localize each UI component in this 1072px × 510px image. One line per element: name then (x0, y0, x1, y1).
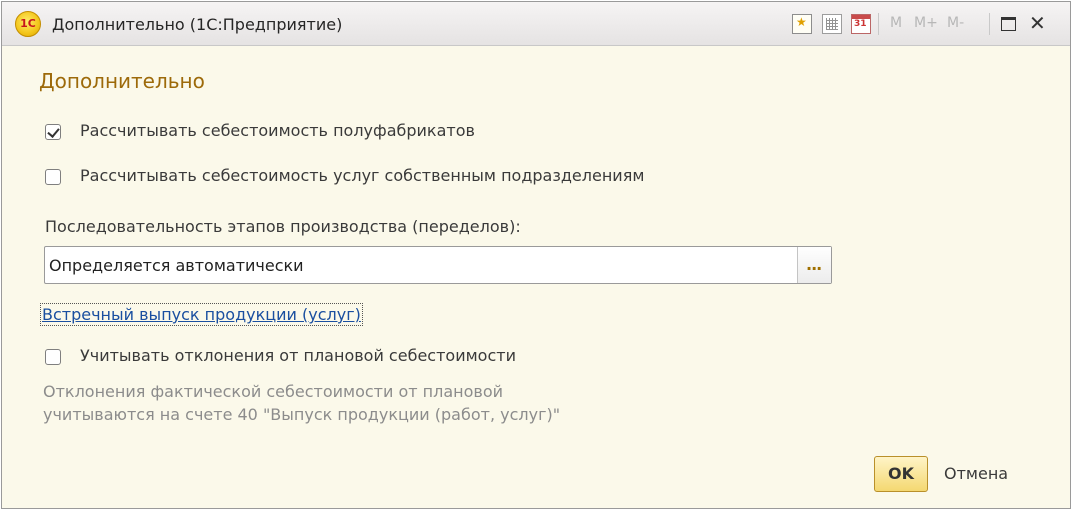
window-title: Дополнительно (1С:Предприятие) (52, 15, 343, 34)
sequence-field[interactable]: Определяется автоматически ... (44, 246, 832, 284)
favorites-icon[interactable]: ★ (792, 14, 812, 34)
toolbar-divider (989, 13, 990, 35)
services-cost-checkbox[interactable] (45, 169, 61, 185)
deviation-label[interactable]: Учитывать отклонения от плановой себесто… (80, 346, 516, 365)
sequence-label: Последовательность этапов производства (… (45, 217, 521, 236)
deviation-note: Отклонения фактической себестоимости от … (43, 380, 560, 426)
memory-plus-button[interactable]: M+ (914, 15, 938, 31)
counter-output-link[interactable]: Встречный выпуск продукции (услуг) (40, 303, 363, 326)
ok-button[interactable]: OK (874, 456, 928, 492)
note-line: учитываются на счете 40 "Выпуск продукци… (43, 405, 561, 424)
select-button[interactable]: ... (797, 247, 831, 283)
calendar-day-text: 31 (854, 19, 867, 29)
note-line: Отклонения фактической себестоимости от … (43, 382, 504, 401)
services-cost-label[interactable]: Рассчитывать себестоимость услуг собстве… (80, 166, 644, 185)
calculator-icon[interactable] (822, 14, 842, 34)
calendar-icon[interactable]: 31 (851, 14, 871, 34)
app-logo-text: 1С (20, 17, 36, 30)
dialog-window: 1С Дополнительно (1С:Предприятие) ★ 31 M… (1, 1, 1071, 509)
deviation-checkbox[interactable] (45, 349, 61, 365)
title-bar: 1С Дополнительно (1С:Предприятие) ★ 31 M… (2, 2, 1070, 46)
sequence-value[interactable]: Определяется автоматически (49, 256, 304, 275)
select-button-label: ... (806, 255, 822, 274)
app-logo-icon[interactable]: 1С (15, 11, 41, 37)
toolbar-divider (878, 13, 879, 35)
memory-button[interactable]: M (890, 15, 902, 31)
form-title: Дополнительно (39, 69, 205, 93)
semifinished-cost-checkbox[interactable] (45, 124, 61, 140)
cancel-button[interactable]: Отмена (944, 464, 1008, 483)
semifinished-cost-label[interactable]: Рассчитывать себестоимость полуфабрикато… (80, 121, 475, 140)
close-icon[interactable]: ✕ (1029, 11, 1046, 35)
memory-minus-button[interactable]: M- (947, 15, 964, 31)
maximize-icon[interactable] (1001, 17, 1016, 31)
